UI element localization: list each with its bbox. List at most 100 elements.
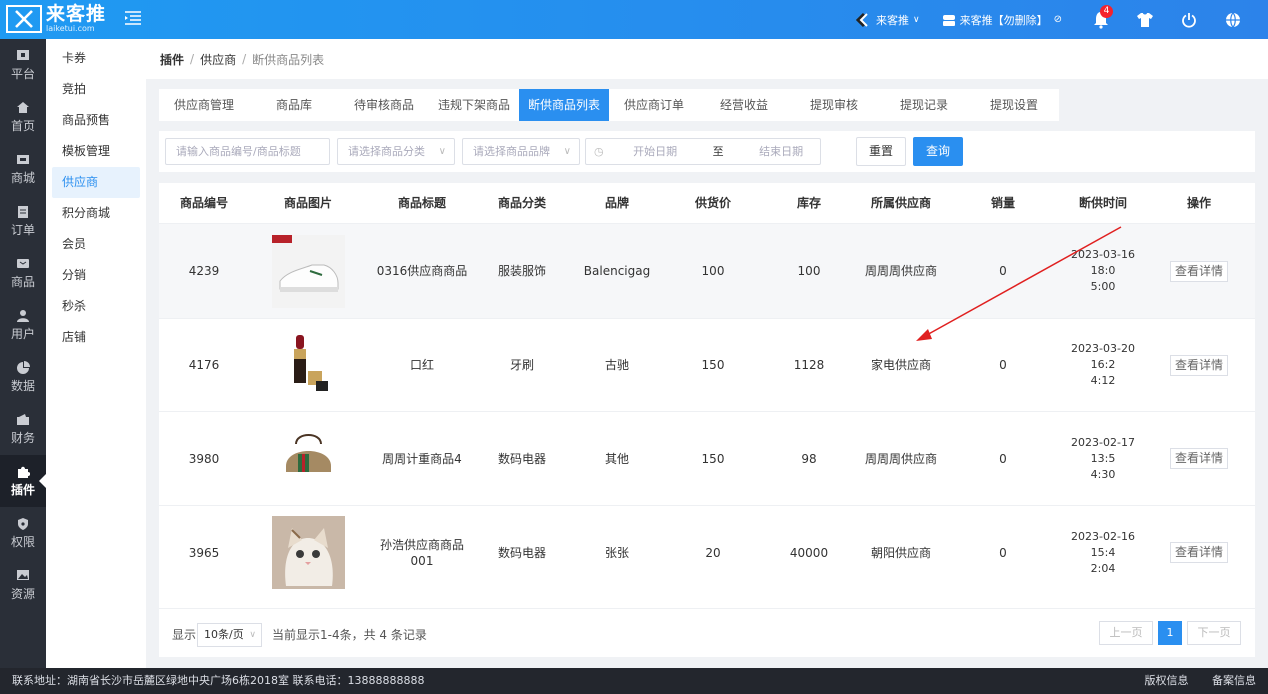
footer: 联系地址：湖南省长沙市岳麓区绿地中央广场6栋2018室 联系电话：1388888… <box>0 668 1268 694</box>
product-category: 服装服饰 <box>497 264 546 278</box>
clock-icon: ◷ <box>594 145 604 158</box>
table-header: 商品编号 商品图片 商品标题 商品分类 品牌 供货价 库存 所属供应商 销量 断供时间 操作 <box>159 183 1255 223</box>
column-header: 断供时间 <box>1078 196 1127 210</box>
tab-item[interactable]: 提现审核 <box>789 89 879 121</box>
tab-item[interactable]: 供应商管理 <box>159 89 249 121</box>
submenu-item[interactable]: 会员 <box>52 229 140 260</box>
row-actions: 查看详情 <box>1143 354 1255 376</box>
copyright-link[interactable]: 版权信息 <box>1145 674 1189 687</box>
column-header: 库存 <box>796 196 821 210</box>
home-icon <box>15 101 31 115</box>
tab-bar: 供应商管理 商品库 待审核商品 违规下架商品 断供商品列表 供应商订单 经营收益 提现审核 提现… <box>159 89 1059 121</box>
language-button[interactable] <box>1216 0 1250 39</box>
user-label: 来客推【勿删除】 <box>959 13 1048 27</box>
tab-item[interactable]: 供应商订单 <box>609 89 699 121</box>
product-table: 商品编号 商品图片 商品标题 商品分类 品牌 供货价 库存 所属供应商 销量 断供时间 操作 423… <box>159 183 1255 657</box>
theme-button[interactable] <box>1128 0 1162 39</box>
time-line: 2023-03-16 18:0 <box>1071 248 1135 277</box>
chevron-down-icon: ∨ <box>563 146 571 157</box>
tab-item[interactable]: 断供商品列表 <box>519 89 609 121</box>
next-page-button[interactable]: 下一页 <box>1187 621 1241 645</box>
submenu-item[interactable]: 秒杀 <box>52 291 140 322</box>
record-link[interactable]: 备案信息 <box>1212 674 1256 687</box>
nav-item-platform[interactable]: 平台 <box>0 39 46 91</box>
product-id: 3980 <box>188 451 220 466</box>
time-line: 2023-02-16 15:4 <box>1071 529 1135 559</box>
page-size-select[interactable]: 10条/页 ∨ <box>197 623 262 647</box>
store-label: 来客推 <box>876 13 910 27</box>
supply-price: 100 <box>701 264 725 278</box>
nav-item-user[interactable]: 用户 <box>0 299 46 351</box>
column-header: 商品图片 <box>283 196 332 210</box>
view-details-button[interactable]: 查看详情 <box>1170 448 1228 469</box>
view-details-button[interactable]: 查看详情 <box>1170 260 1228 282</box>
page-1-button[interactable]: 1 <box>1158 621 1182 645</box>
supplier-name: 周周周供应商 <box>864 451 937 466</box>
product-image <box>249 234 367 308</box>
nav-item-mall[interactable]: 商城 <box>0 143 46 195</box>
nav-item-data[interactable]: 数据 <box>0 351 46 403</box>
view-details-button[interactable]: 查看详情 <box>1170 542 1228 563</box>
category-select[interactable]: 请选择商品分类 ∨ <box>337 138 455 165</box>
tab-item[interactable]: 违规下架商品 <box>429 89 519 121</box>
time-line: 4:12 <box>1090 374 1116 387</box>
tab-item[interactable]: 提现设置 <box>969 89 1059 121</box>
time-line: 2023-02-17 13:5 <box>1071 435 1135 465</box>
notification-button[interactable]: 4 <box>1084 0 1118 39</box>
discontinued-time: 2023-02-17 13:5 4:30 <box>1063 435 1143 483</box>
brand-domain: laiketui.com <box>46 24 95 33</box>
discontinued-time: 2023-02-16 15:4 2:04 <box>1063 529 1143 577</box>
submenu-item[interactable]: 竞拍 <box>52 74 140 105</box>
tab-item[interactable]: 商品库 <box>249 89 339 121</box>
nav-item-permission[interactable]: 权限 <box>0 507 46 559</box>
submenu-item[interactable]: 店铺 <box>52 322 140 353</box>
store-switcher[interactable]: 来客推 ∨ <box>855 12 920 28</box>
breadcrumb-supplier[interactable]: 供应商 <box>200 51 236 68</box>
stock-count: 98 <box>801 451 817 466</box>
start-date-input[interactable]: 开始日期 <box>633 145 677 158</box>
logo[interactable]: 来客推 laiketui.com <box>6 4 106 34</box>
submenu-item[interactable]: 积分商城 <box>52 198 140 229</box>
time-line: 2:04 <box>1090 561 1116 575</box>
submenu-item[interactable]: 分销 <box>52 260 140 291</box>
chevron-down-icon: ∨ <box>438 146 446 157</box>
time-line: 2023-03-20 16:2 <box>1071 342 1135 371</box>
submenu-item[interactable]: 供应商 <box>52 167 140 198</box>
menu-toggle-icon[interactable] <box>124 10 142 26</box>
prev-page-button[interactable]: 上一页 <box>1099 621 1153 645</box>
submenu-item[interactable]: 模板管理 <box>52 136 140 167</box>
end-date-input[interactable]: 结束日期 <box>759 145 803 158</box>
table-row: 4239 0316供应商商品 服装服饰 Balencigag 100 100 周周周供应商 0… <box>159 223 1255 318</box>
date-range-picker[interactable]: ◷ 开始日期 至 结束日期 <box>585 138 821 165</box>
submenu-item[interactable]: 卡券 <box>52 43 140 74</box>
product-brand: 古驰 <box>604 358 629 372</box>
user-menu[interactable]: 来客推【勿删除】 ⊘ <box>942 12 1062 28</box>
table-row: 3965 孙浩供应商商品 001 数码电器 张张 20 40000 朝阳供应商 0 2023-02… <box>159 505 1255 599</box>
row-actions: 查看详情 <box>1143 260 1255 282</box>
tab-item[interactable]: 提现记录 <box>879 89 969 121</box>
column-header: 商品标题 <box>397 196 446 210</box>
query-button[interactable]: 查询 <box>913 137 963 166</box>
column-header: 供货价 <box>694 196 731 210</box>
nav-item-label: 插件 <box>10 482 35 497</box>
nav-item-goods[interactable]: 商品 <box>0 247 46 299</box>
logout-button[interactable] <box>1172 0 1206 39</box>
nav-item-plugin[interactable]: 插件 <box>0 455 46 507</box>
breadcrumb-plugin[interactable]: 插件 <box>160 51 184 68</box>
nav-item-home[interactable]: 首页 <box>0 91 46 143</box>
brand-select[interactable]: 请选择商品品牌 ∨ <box>462 138 580 165</box>
reset-button[interactable]: 重置 <box>856 137 906 166</box>
keyword-input[interactable]: 请输入商品编号/商品标题 <box>165 138 330 165</box>
tab-item[interactable]: 经营收益 <box>699 89 789 121</box>
nav-item-order[interactable]: 订单 <box>0 195 46 247</box>
submenu-item[interactable]: 商品预售 <box>52 105 140 136</box>
nav-item-finance[interactable]: 财务 <box>0 403 46 455</box>
chevron-down-icon: ∨ <box>249 630 256 640</box>
product-title-line: 001 <box>410 553 434 568</box>
column-header: 品牌 <box>604 196 629 210</box>
nav-item-resource[interactable]: 资源 <box>0 559 46 611</box>
tab-item[interactable]: 待审核商品 <box>339 89 429 121</box>
nav-item-label: 数据 <box>10 378 35 393</box>
view-details-button[interactable]: 查看详情 <box>1170 354 1228 376</box>
order-icon <box>15 205 31 219</box>
